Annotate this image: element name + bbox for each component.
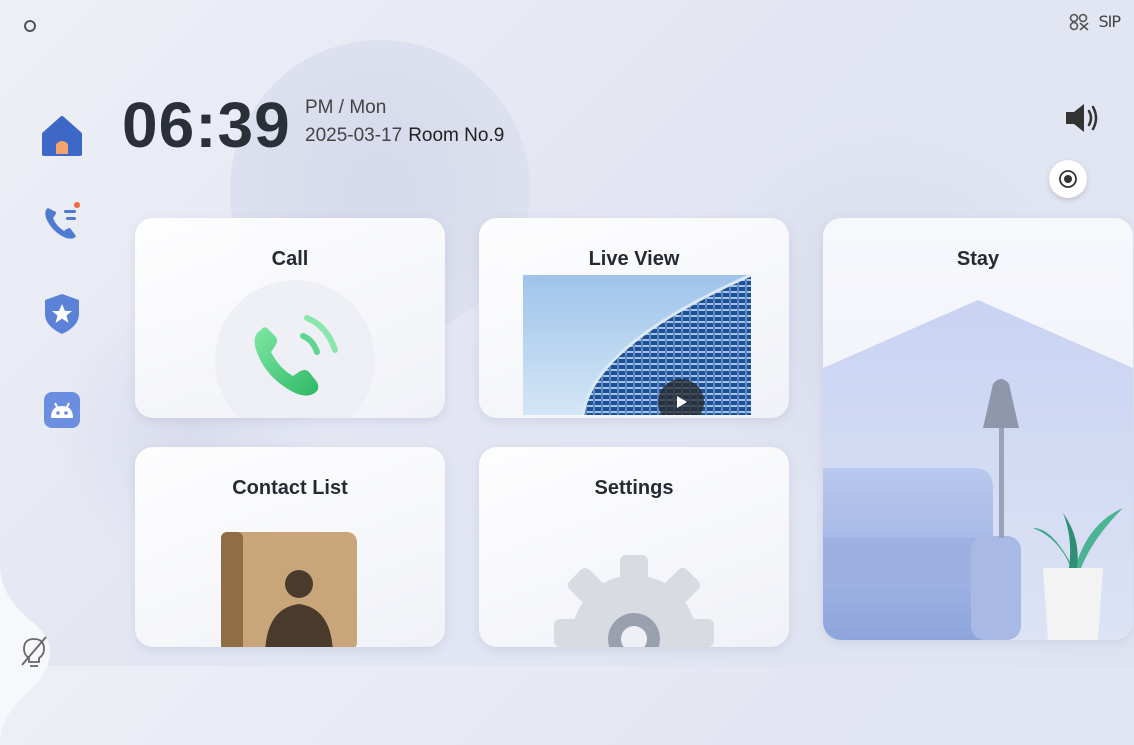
period-day: PM / Mon: [305, 97, 387, 118]
live-view-card[interactable]: Live View: [479, 218, 789, 418]
sip-status-icon: SIP: [1098, 12, 1121, 31]
call-log-icon[interactable]: [38, 198, 86, 246]
sidebar: [0, 100, 110, 745]
android-apps-icon[interactable]: [38, 386, 86, 434]
shield-star-icon[interactable]: [38, 290, 86, 338]
clock-time: 06:39: [122, 89, 291, 161]
settings-card-title: Settings: [594, 477, 674, 499]
call-card[interactable]: Call: [135, 218, 445, 418]
contact-book-icon: [221, 532, 357, 647]
network-offline-icon: [1070, 13, 1089, 31]
record-icon: [1059, 170, 1077, 188]
settings-card[interactable]: Settings: [479, 447, 789, 647]
play-icon: [677, 396, 687, 408]
stay-card[interactable]: Stay: [823, 218, 1133, 640]
live-view-card-title: Live View: [588, 248, 680, 270]
sidebar-pull-tab[interactable]: [0, 565, 75, 745]
stay-card-title: Stay: [956, 248, 1000, 270]
call-card-title: Call: [271, 248, 309, 270]
contact-list-card[interactable]: Contact List: [135, 447, 445, 647]
status-bar-right: SIP: [1068, 12, 1121, 31]
building-image: [523, 275, 751, 415]
record-button[interactable]: [1049, 160, 1087, 198]
phone-call-icon: [254, 315, 338, 396]
live-view-preview: [523, 275, 751, 415]
volume-icon: [1066, 104, 1098, 132]
home-icon[interactable]: [38, 112, 86, 160]
volume-button[interactable]: [1062, 100, 1102, 136]
stay-illustration: [823, 300, 1133, 640]
room-number: Room No.9: [408, 125, 505, 146]
date: 2025-03-17: [305, 125, 403, 146]
clock-meta: PM / Mon 2025-03-17 Room No.9: [305, 94, 504, 150]
status-indicator-icon: [24, 20, 36, 32]
contact-list-card-title: Contact List: [232, 477, 348, 499]
gear-icon: [554, 555, 714, 647]
